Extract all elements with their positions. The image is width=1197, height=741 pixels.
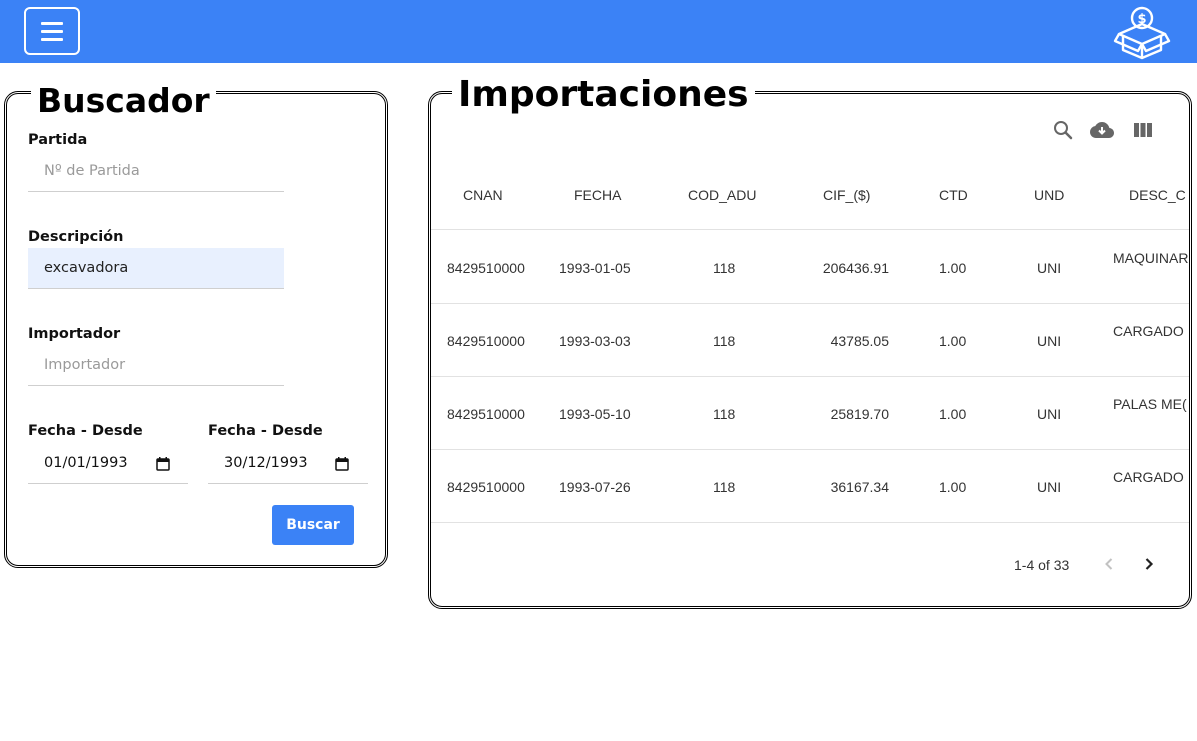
results-panel-title: Importaciones <box>452 77 755 113</box>
descripcion-label: Descripción <box>28 229 124 245</box>
column-header-ctd[interactable]: CTD <box>939 187 968 203</box>
importador-label: Importador <box>28 326 121 342</box>
results-panel: CNAN FECHA COD_ADU CIF_($) CTD UND DESC_… <box>428 77 1192 609</box>
column-header-cod-adu[interactable]: COD_ADU <box>688 187 756 203</box>
cell-ctd: 1.00 <box>939 406 967 422</box>
table-row[interactable]: 8429510000 1993-03-03 118 43785.05 1.00 … <box>431 304 1189 377</box>
hamburger-icon-bar <box>41 37 63 41</box>
cell-cod-adu: 118 <box>713 260 736 276</box>
fecha-desde-input[interactable]: 01/01/1993 <box>28 443 188 484</box>
menu-button[interactable] <box>24 7 80 55</box>
fecha-hasta-input[interactable]: 30/12/1993 <box>208 443 368 484</box>
table-row[interactable]: 8429510000 1993-05-10 118 25819.70 1.00 … <box>431 377 1189 450</box>
calendar-icon[interactable] <box>335 457 349 471</box>
cell-cod-adu: 118 <box>713 406 736 422</box>
table-row[interactable]: 8429510000 1993-07-26 118 36167.34 1.00 … <box>431 450 1189 523</box>
cell-cif: 36167.34 <box>830 479 889 495</box>
search-panel-title: Buscador <box>31 84 216 117</box>
cell-cnan: 8429510000 <box>447 260 525 276</box>
fecha-hasta-value: 30/12/1993 <box>224 455 308 471</box>
cell-fecha: 1993-01-05 <box>559 260 631 276</box>
fecha-desde-label: Fecha - Desde <box>28 423 143 439</box>
hamburger-icon-bar <box>41 29 63 33</box>
cell-fecha: 1993-07-26 <box>559 479 631 495</box>
fecha-desde-value: 01/01/1993 <box>44 455 128 471</box>
cell-und: UNI <box>1037 333 1062 349</box>
cell-desc: CARGADO <box>1113 469 1184 485</box>
results-table: CNAN FECHA COD_ADU CIF_($) CTD UND DESC_… <box>431 94 1189 606</box>
cell-cif: 206436.91 <box>822 260 889 276</box>
column-header-desc[interactable]: DESC_C <box>1129 187 1186 203</box>
view-columns-icon[interactable] <box>1131 118 1155 142</box>
descripcion-input[interactable] <box>28 248 284 289</box>
hamburger-icon <box>41 21 63 25</box>
pagination-range: 1-4 of 33 <box>1014 557 1070 573</box>
cell-cod-adu: 118 <box>713 479 736 495</box>
cell-und: UNI <box>1037 260 1062 276</box>
cell-cnan: 8429510000 <box>447 333 525 349</box>
column-header-cif[interactable]: CIF_($) <box>823 187 870 203</box>
partida-input[interactable] <box>28 151 284 192</box>
cell-cnan: 8429510000 <box>447 406 525 422</box>
table-header-row: CNAN FECHA COD_ADU CIF_($) CTD UND DESC_… <box>431 154 1189 230</box>
search-panel: Buscador Partida Descripción Importador … <box>4 84 388 568</box>
importador-input[interactable] <box>28 345 284 386</box>
column-header-cnan[interactable]: CNAN <box>463 187 503 203</box>
cell-cif: 25819.70 <box>830 406 889 422</box>
column-header-und[interactable]: UND <box>1034 187 1064 203</box>
chevron-left-icon[interactable] <box>1097 552 1121 576</box>
calendar-icon[interactable] <box>156 457 170 471</box>
fecha-hasta-label: Fecha - Desde <box>208 423 323 439</box>
partida-label: Partida <box>28 132 88 148</box>
cloud-download-icon[interactable] <box>1090 118 1114 142</box>
cell-ctd: 1.00 <box>939 479 967 495</box>
cell-cod-adu: 118 <box>713 333 736 349</box>
search-icon[interactable] <box>1051 118 1075 142</box>
column-header-fecha[interactable]: FECHA <box>574 187 621 203</box>
cell-cif: 43785.05 <box>830 333 889 349</box>
cell-desc: PALAS ME( <box>1113 396 1187 412</box>
buscar-button[interactable]: Buscar <box>272 505 354 545</box>
cell-desc: CARGADO <box>1113 323 1184 339</box>
cell-fecha: 1993-03-03 <box>559 333 631 349</box>
cell-ctd: 1.00 <box>939 333 967 349</box>
cell-und: UNI <box>1037 406 1062 422</box>
top-app-bar: $ <box>0 0 1197 63</box>
money-box-icon[interactable]: $ <box>1113 4 1171 60</box>
table-row[interactable]: 8429510000 1993-01-05 118 206436.91 1.00… <box>431 231 1189 304</box>
cell-und: UNI <box>1037 479 1062 495</box>
cell-cnan: 8429510000 <box>447 479 525 495</box>
cell-desc: MAQUINAR <box>1113 250 1189 266</box>
cell-ctd: 1.00 <box>939 260 967 276</box>
cell-fecha: 1993-05-10 <box>559 406 631 422</box>
chevron-right-icon[interactable] <box>1137 552 1161 576</box>
